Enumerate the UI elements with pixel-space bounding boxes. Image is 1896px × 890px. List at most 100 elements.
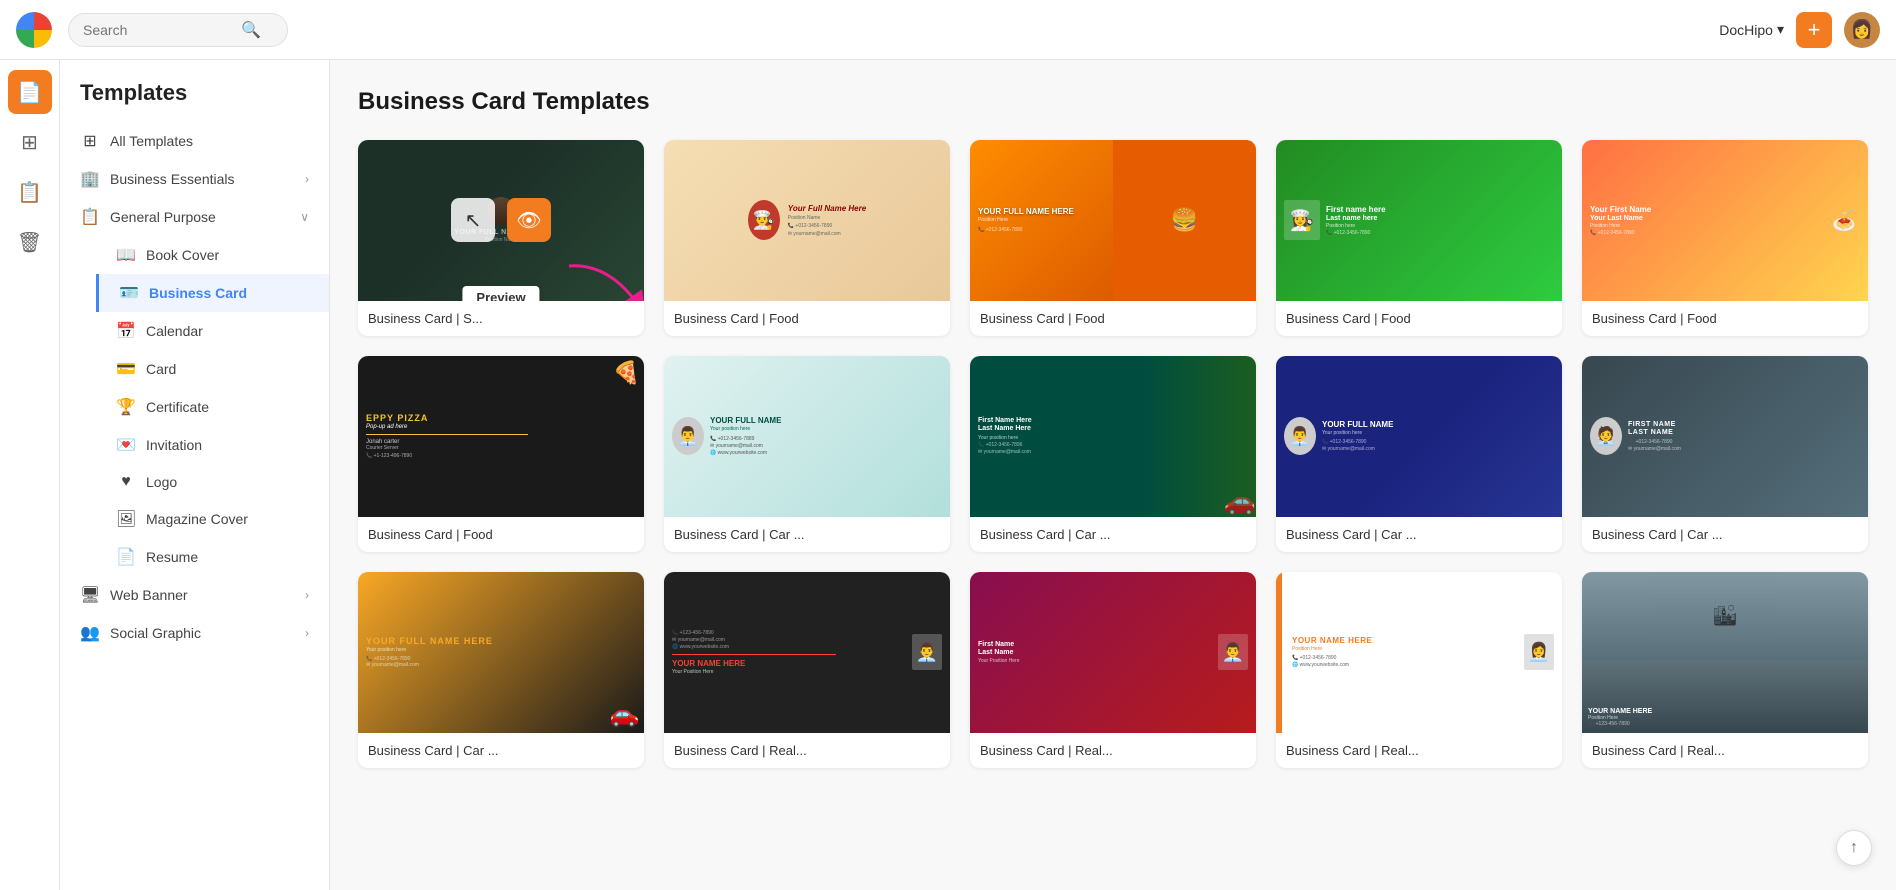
sidebar-item-label: Social Graphic — [110, 625, 201, 641]
chevron-down-icon: ∨ — [300, 210, 309, 224]
invitation-icon: 💌 — [116, 435, 136, 455]
template-thumbnail: 👨‍💼 YOUR FULL NAME Your position here 📞 … — [664, 356, 950, 517]
add-button[interactable]: + — [1796, 12, 1832, 48]
template-label: Business Card | Car ... — [970, 517, 1256, 552]
template-thumbnail: 👩‍🍳 First name here Last name here Posit… — [1276, 140, 1562, 301]
template-thumbnail: 🍔 YOUR FULL NAME HERE Position Here 📞 +0… — [970, 140, 1256, 301]
template-thumbnail: 🚗 First Name Here Last Name Here Your po… — [970, 356, 1256, 517]
template-thumbnail: YOUR NAME HERE Position Here 📞 +012-3456… — [1276, 572, 1562, 733]
template-card[interactable]: Your First Name Your Last Name Position … — [1582, 140, 1868, 336]
sidebar-item-label: Card — [146, 361, 176, 377]
sidebar-title: Templates — [60, 80, 329, 122]
sidebar-item-label: Certificate — [146, 399, 209, 415]
template-card[interactable]: 🍕 EPPY PIZZA Pop-up ad here Jonah carter… — [358, 356, 644, 552]
sidebar-item-business-card[interactable]: 🪪 Business Card — [96, 274, 329, 312]
template-thumbnail: First Name Last Name Your Position Here … — [970, 572, 1256, 733]
preview-label: Preview — [462, 286, 539, 301]
main-content: Business Card Templates YOUR FULL NAME H… — [330, 60, 1896, 890]
sidebar-icon-grid[interactable]: ⊞ — [8, 120, 52, 164]
search-box[interactable]: 🔍 — [68, 13, 288, 47]
sidebar-item-web-banner[interactable]: 🖥 Web Banner › — [60, 576, 329, 614]
icon-sidebar: 📄 ⊞ 📋 🗑 — [0, 60, 60, 890]
sidebar-item-label: Logo — [146, 474, 177, 490]
app-logo[interactable] — [16, 12, 52, 48]
template-label: Business Card | Car ... — [358, 733, 644, 768]
header-right: DocHipo ▾ + 👩 — [1719, 12, 1880, 48]
template-card[interactable]: 👨‍🍳 Your Full Name Here Position Name 📞 … — [664, 140, 950, 336]
page-title: Business Card Templates — [358, 88, 1868, 116]
template-card[interactable]: 🚗 First Name Here Last Name Here Your po… — [970, 356, 1256, 552]
template-label: Business Card | Real... — [970, 733, 1256, 768]
brand-label[interactable]: DocHipo ▾ — [1719, 21, 1784, 38]
template-label: Business Card | Real... — [664, 733, 950, 768]
sidebar-item-all-templates[interactable]: ⊞ All Templates — [60, 122, 329, 160]
template-label: Business Card | Food — [664, 301, 950, 336]
sidebar-icon-document[interactable]: 📄 — [8, 70, 52, 114]
resume-icon: 📄 — [116, 547, 136, 567]
sidebar-item-general-purpose[interactable]: 📋 General Purpose ∨ — [60, 198, 329, 236]
template-label: Business Card | Food — [1582, 301, 1868, 336]
template-label: Business Card | Real... — [1582, 733, 1868, 768]
search-icon: 🔍 — [241, 20, 261, 40]
sidebar-item-calendar[interactable]: 📅 Calendar — [96, 312, 329, 350]
sidebar-item-label: Business Essentials — [110, 171, 235, 187]
sidebar-item-magazine-cover[interactable]: 🖼 Magazine Cover — [96, 500, 329, 538]
sidebar-item-label: All Templates — [110, 133, 193, 149]
sidebar-item-card[interactable]: 💳 Card — [96, 350, 329, 388]
template-card[interactable]: 👩‍🍳 First name here Last name here Posit… — [1276, 140, 1562, 336]
sidebar-item-label: General Purpose — [110, 209, 216, 225]
sidebar-icon-layers[interactable]: 📋 — [8, 170, 52, 214]
chevron-right-icon3: › — [305, 626, 309, 640]
sidebar-item-label: Book Cover — [146, 247, 219, 263]
template-card[interactable]: 📞 +123-456-7890 ✉ yourname@mail.com 🌐 ww… — [664, 572, 950, 768]
card-hover-overlay: ↖ 👁 Preview — [358, 140, 644, 301]
template-thumbnail: 🍕 EPPY PIZZA Pop-up ad here Jonah carter… — [358, 356, 644, 517]
social-graphic-icon: 👥 — [80, 623, 100, 643]
chevron-right-icon2: › — [305, 588, 309, 602]
nav-submenu: 📖 Book Cover 🪪 Business Card 📅 Calendar … — [60, 236, 329, 576]
search-input[interactable] — [83, 22, 233, 38]
template-card[interactable]: 🚗 YOUR FULL NAME HERE Your position here… — [358, 572, 644, 768]
magazine-cover-icon: 🖼 — [116, 509, 136, 529]
avatar[interactable]: 👩 — [1844, 12, 1880, 48]
logo-icon: ♥ — [116, 473, 136, 491]
template-thumbnail: 👨‍🍳 Your Full Name Here Position Name 📞 … — [664, 140, 950, 301]
template-thumbnail: 🚗 YOUR FULL NAME HERE Your position here… — [358, 572, 644, 733]
template-label: Business Card | S... — [358, 301, 644, 336]
certificate-icon: 🏆 — [116, 397, 136, 417]
sidebar-item-certificate[interactable]: 🏆 Certificate — [96, 388, 329, 426]
sidebar-item-logo[interactable]: ♥ Logo — [96, 464, 329, 500]
template-card[interactable]: YOUR NAME HERE Position Here 📞 +012-3456… — [1276, 572, 1562, 768]
sidebar-item-business-essentials[interactable]: 🏢 Business Essentials › — [60, 160, 329, 198]
template-label: Business Card | Car ... — [1276, 517, 1562, 552]
template-card[interactable]: 👨‍💼 YOUR FULL NAME Your position here 📞 … — [1276, 356, 1562, 552]
calendar-icon: 📅 — [116, 321, 136, 341]
template-label: Business Card | Food — [358, 517, 644, 552]
sidebar-item-book-cover[interactable]: 📖 Book Cover — [96, 236, 329, 274]
sidebar-item-invitation[interactable]: 💌 Invitation — [96, 426, 329, 464]
template-card[interactable]: YOUR FULL NAME HERE Position Name ↖ 👁 Pr… — [358, 140, 644, 336]
app-layout: 📄 ⊞ 📋 🗑 Templates ⊞ All Templates 🏢 Busi… — [0, 60, 1896, 890]
template-card[interactable]: 🧑‍💼 FIRST NAME LAST NAME 📞 +012-3456-789… — [1582, 356, 1868, 552]
sidebar-item-resume[interactable]: 📄 Resume — [96, 538, 329, 576]
template-label: Business Card | Car ... — [664, 517, 950, 552]
template-thumbnail: Your First Name Your Last Name Position … — [1582, 140, 1868, 301]
template-thumbnail: YOUR FULL NAME HERE Position Name ↖ 👁 Pr… — [358, 140, 644, 301]
scroll-to-top-button[interactable]: ↑ — [1836, 830, 1872, 866]
sidebar-item-label: Invitation — [146, 437, 202, 453]
template-card[interactable]: 🏙 YOUR NAME HERE Position Here 📞 +123-45… — [1582, 572, 1868, 768]
business-essentials-icon: 🏢 — [80, 169, 100, 189]
select-template-button[interactable]: ↖ — [451, 198, 495, 242]
template-grid: YOUR FULL NAME HERE Position Name ↖ 👁 Pr… — [358, 140, 1868, 768]
template-thumbnail: 👨‍💼 YOUR FULL NAME Your position here 📞 … — [1276, 356, 1562, 517]
template-card[interactable]: First Name Last Name Your Position Here … — [970, 572, 1256, 768]
template-card[interactable]: 🍔 YOUR FULL NAME HERE Position Here 📞 +0… — [970, 140, 1256, 336]
template-card[interactable]: 👨‍💼 YOUR FULL NAME Your position here 📞 … — [664, 356, 950, 552]
template-label: Business Card | Real... — [1276, 733, 1562, 768]
all-templates-icon: ⊞ — [80, 131, 100, 151]
sidebar-item-label: Web Banner — [110, 587, 188, 603]
preview-template-button[interactable]: 👁 — [507, 198, 551, 242]
template-thumbnail: 🏙 YOUR NAME HERE Position Here 📞 +123-45… — [1582, 572, 1868, 733]
sidebar-icon-trash[interactable]: 🗑 — [8, 220, 52, 264]
sidebar-item-social-graphic[interactable]: 👥 Social Graphic › — [60, 614, 329, 652]
